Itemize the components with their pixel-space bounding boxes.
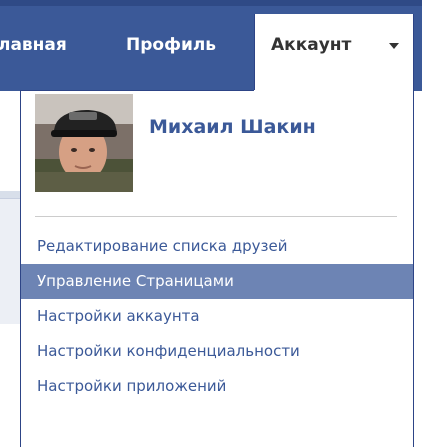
account-dropdown-menu: Михаил Шакин Редактирование списка друзе…	[20, 90, 414, 447]
home-link[interactable]: лавная	[0, 33, 67, 57]
menu-item-manage-pages[interactable]: Управление Страницами	[21, 264, 413, 299]
avatar-photo	[35, 94, 133, 192]
account-tab-label: Аккаунт	[271, 35, 352, 55]
menu-item-edit-friend-lists[interactable]: Редактирование списка друзей	[21, 229, 413, 264]
profile-card[interactable]: Михаил Шакин	[35, 94, 395, 196]
caret-down-icon	[389, 43, 399, 49]
profile-link[interactable]: Профиль	[126, 33, 216, 57]
background-left	[0, 91, 20, 447]
background-band	[0, 191, 20, 198]
account-tab[interactable]: Аккаунт	[254, 14, 414, 92]
menu-item-privacy-settings[interactable]: Настройки конфиденциальности	[21, 334, 413, 369]
account-menu-list: Редактирование списка друзей Управление …	[21, 229, 413, 404]
background-panel	[0, 198, 20, 324]
menu-divider	[35, 216, 397, 217]
avatar[interactable]	[35, 94, 133, 192]
menu-item-application-settings[interactable]: Настройки приложений	[21, 369, 413, 404]
menu-item-account-settings[interactable]: Настройки аккаунта	[21, 299, 413, 334]
profile-name-link[interactable]: Михаил Шакин	[149, 114, 316, 140]
